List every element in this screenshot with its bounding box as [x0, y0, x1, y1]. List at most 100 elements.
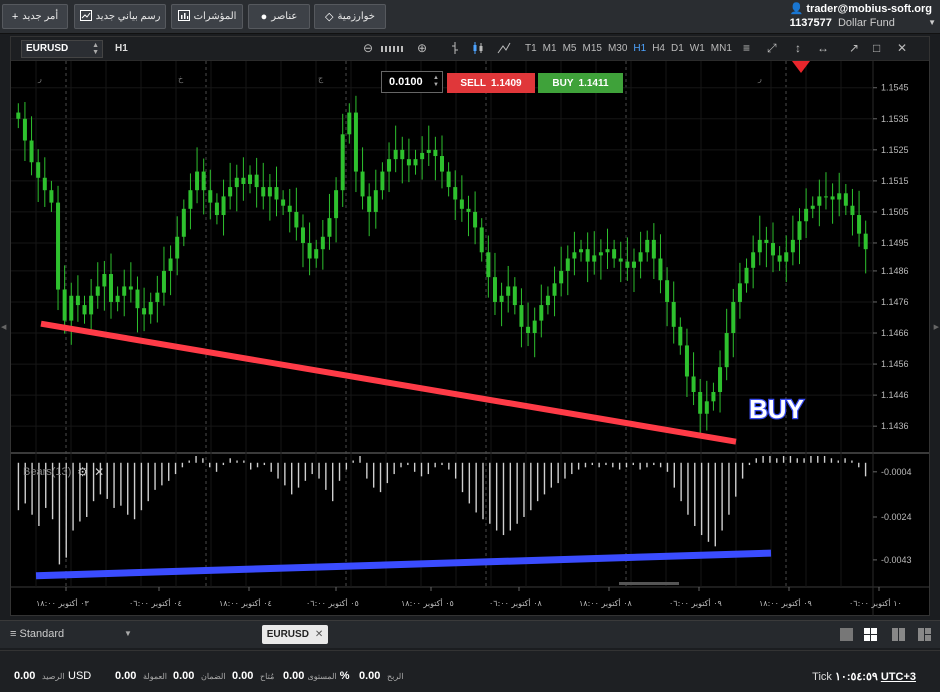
tab-eurusd[interactable]: EURUSD ✕ — [262, 625, 328, 644]
maximize-icon[interactable]: □ — [873, 41, 880, 55]
detach-window-icon[interactable]: ↗ — [849, 41, 859, 55]
candle-chart-type-icon[interactable] — [471, 41, 485, 58]
new-chart-button[interactable]: رسم بياني جديد — [74, 4, 166, 29]
candle-body — [837, 193, 842, 200]
day-marker-label: ج — [318, 74, 324, 83]
layout-columns-icon[interactable] — [892, 628, 905, 641]
candle-body — [188, 190, 193, 209]
candle-body — [645, 239, 650, 253]
close-chart-icon[interactable]: ✕ — [897, 41, 907, 55]
template-dropdown-icon[interactable]: ▼ — [124, 629, 132, 638]
candle-body — [16, 112, 21, 119]
candle-body — [267, 187, 272, 197]
new-order-button[interactable]: + أمر جديد — [2, 4, 68, 29]
tick-label: Tick — [812, 671, 832, 683]
candle-body — [175, 236, 180, 259]
balance-label: الرصيد — [42, 672, 65, 681]
timezone-value[interactable]: UTC+3 — [881, 671, 916, 683]
candle-body — [631, 261, 636, 268]
tab-eurusd-label: EURUSD — [266, 629, 309, 640]
candle-body — [817, 196, 822, 206]
price-tick-label: 1.1495 — [881, 238, 909, 248]
indicators-button[interactable]: المؤشرات — [171, 4, 243, 29]
tf-d1[interactable]: D1 — [671, 43, 684, 54]
tf-m30[interactable]: M30 — [608, 43, 627, 54]
lot-size-input[interactable]: 0.0100 ▲ ▼ — [381, 71, 443, 93]
line-chart-type-icon[interactable] — [497, 41, 511, 58]
candle-body — [565, 258, 570, 271]
tf-t1[interactable]: T1 — [525, 43, 537, 54]
candle-body — [771, 242, 776, 256]
time-tick-label: ٠٩ أكتوبر ١٨:٠٠ — [759, 598, 812, 608]
candle-body — [446, 171, 451, 188]
zoom-slider[interactable] — [381, 46, 403, 52]
tf-mn1[interactable]: MN1 — [711, 43, 732, 54]
candle-body — [168, 258, 173, 271]
candle-body — [413, 159, 418, 166]
tf-m15[interactable]: M15 — [582, 43, 601, 54]
user-icon: 👤 — [789, 3, 804, 15]
right-collapse-icon[interactable]: ▶ — [934, 323, 939, 331]
lot-spinner-icon: ▲ ▼ — [433, 75, 439, 88]
left-collapse-icon[interactable]: ◀ — [1, 323, 6, 331]
tf-m1[interactable]: M1 — [543, 43, 557, 54]
tf-m5[interactable]: M5 — [563, 43, 577, 54]
candle-body — [440, 156, 444, 172]
candle-body — [367, 196, 372, 212]
template-selector[interactable]: ≡ Standard — [10, 628, 64, 640]
time-tick-label: ٠٤ أكتوبر ٠٦:٠٠ — [129, 598, 182, 608]
price-tick-label: 1.1486 — [881, 266, 909, 276]
account-dropdown-icon[interactable]: ▼ — [928, 18, 936, 27]
candle-body — [115, 295, 120, 302]
symbol-selector[interactable]: EURUSD ▲ ▼ — [21, 40, 103, 58]
new-chart-label: رسم بياني جديد — [95, 11, 161, 22]
layout-grid-icon[interactable] — [864, 628, 877, 641]
account-email-row: 👤 trader@mobius-soft.org — [790, 2, 932, 15]
tf-w1[interactable]: W1 — [690, 43, 705, 54]
candle-body — [142, 308, 147, 315]
vertical-line-icon[interactable]: ↕ — [795, 41, 801, 55]
sell-button[interactable]: SELL 1.1409 — [447, 73, 535, 93]
horizontal-line-icon[interactable]: ↔ — [817, 41, 829, 55]
indicator-close-icon[interactable]: ✕ — [94, 465, 104, 479]
commission-label: العمولة — [143, 672, 168, 681]
candle-body — [234, 177, 239, 188]
time-tick-label: ٠٥ أكتوبر ٠٦:٠٠ — [306, 598, 359, 608]
algorithm-button[interactable]: ◇ خوارزمية — [314, 4, 386, 29]
objects-button[interactable]: ● عناصر — [248, 4, 310, 29]
tf-h4[interactable]: H4 — [652, 43, 665, 54]
candle-body — [539, 305, 544, 321]
candle-body — [764, 239, 769, 243]
candle-body — [612, 249, 617, 259]
candle-body — [857, 215, 862, 234]
candle-body — [334, 190, 339, 219]
tf-h1[interactable]: H1 — [633, 43, 646, 54]
layout-single-icon[interactable] — [840, 628, 853, 641]
candle-body — [810, 205, 815, 209]
tab-close-icon[interactable]: ✕ — [315, 629, 323, 640]
candle-body — [691, 376, 696, 393]
candle-body — [526, 326, 531, 334]
candle-body — [492, 277, 497, 302]
bar-chart-type-icon[interactable] — [449, 41, 461, 58]
zoom-in-icon[interactable]: ⊕ — [417, 41, 427, 55]
candle-body — [406, 159, 411, 166]
account-name: Dollar Fund — [837, 17, 895, 29]
buy-button[interactable]: BUY 1.1411 — [538, 73, 623, 93]
candle-body — [426, 149, 431, 153]
buy-price: 1.1411 — [578, 77, 609, 89]
zoom-out-icon[interactable]: ⊖ — [363, 41, 373, 55]
crosshair-diagonal-icon[interactable]: ⤢ — [767, 41, 777, 56]
chart-settings-icon[interactable]: ≡ — [743, 41, 750, 55]
candle-body — [777, 255, 782, 262]
candle-body — [181, 208, 186, 237]
candle-body — [592, 255, 597, 262]
price-tick-label: 1.1515 — [881, 176, 909, 186]
commission-value: 0.00 — [115, 670, 137, 682]
candle-body — [651, 239, 656, 259]
indicator-tick-label: -0.0004 — [881, 467, 912, 477]
layout-rows-icon[interactable] — [918, 628, 931, 641]
account-info[interactable]: 👤 trader@mobius-soft.org 1137577 Dollar … — [790, 2, 932, 29]
candle-body — [274, 187, 279, 200]
indicator-settings-icon[interactable]: ⚙ — [77, 465, 88, 479]
